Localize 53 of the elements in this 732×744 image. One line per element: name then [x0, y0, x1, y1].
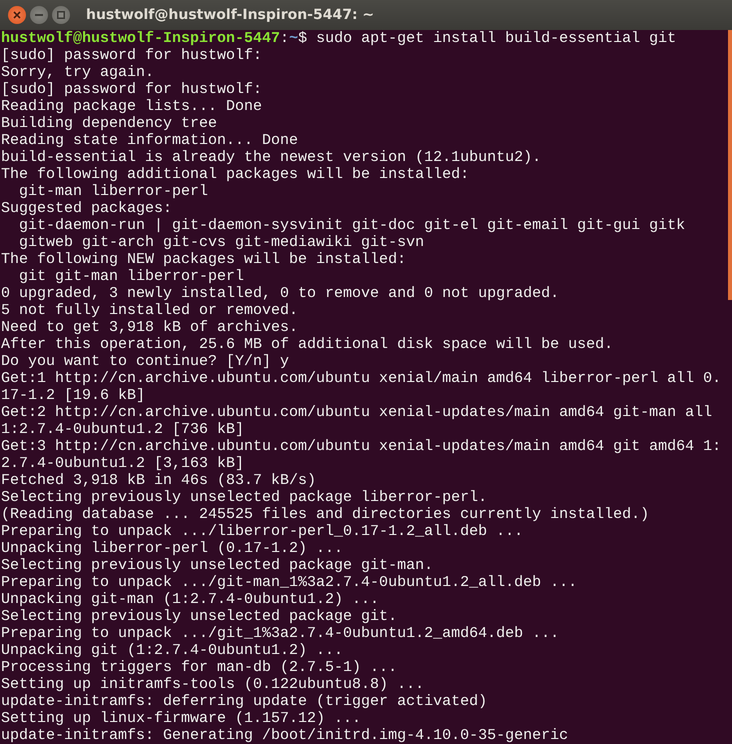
window-title: hustwolf@hustwolf-Inspiron-5447: ~	[86, 6, 374, 24]
output-line: Preparing to unpack .../git-man_1%3a2.7.4-0ubuntu1.2_all.deb ...	[1, 574, 578, 591]
output-line: Sorry, try again.	[1, 64, 156, 81]
output-line: The following NEW packages will be installed:	[1, 251, 408, 268]
output-line: Get:3 http://cn.archive.ubuntu.com/ubuntu xenial-updates/main amd64 git amd64 1:	[1, 438, 722, 455]
output-line: Unpacking git-man (1:2.7.4-0ubuntu1.2) ...	[1, 591, 380, 608]
output-line: Setting up initramfs-tools (0.122ubuntu8.8) ...	[1, 676, 426, 693]
output-line: 0 upgraded, 3 newly installed, 0 to remove and 0 not upgraded.	[1, 285, 560, 302]
output-line: 1:2.7.4-0ubuntu1.2 [736 kB]	[1, 421, 246, 438]
output-line: Preparing to unpack .../git_1%3a2.7.4-0ubuntu1.2_amd64.deb ...	[1, 625, 560, 642]
output-line: update-initramfs: deferring update (trigger activated)	[1, 693, 488, 710]
output-line: [sudo] password for hustwolf:	[1, 47, 264, 64]
output-line: Selecting previously unselected package git-man.	[1, 557, 434, 574]
output-line: Building dependency tree	[1, 115, 218, 132]
output-line: Selecting previously unselected package liberror-perl.	[1, 489, 488, 506]
prompt-path: ~	[289, 30, 298, 47]
output-line: The following additional packages will be installed:	[1, 166, 470, 183]
output-line: Reading package lists... Done	[1, 98, 264, 115]
output-line: Do you want to continue? [Y/n] y	[1, 353, 290, 370]
command-text: $ sudo apt-get install build-essential git	[298, 30, 676, 47]
output-line: [sudo] password for hustwolf:	[1, 81, 264, 98]
output-line: git git-man liberror-perl	[18, 268, 246, 285]
scrollbar-thumb[interactable]	[728, 30, 732, 300]
output-line: Reading state information... Done	[1, 132, 300, 149]
output-line: git-man liberror-perl	[18, 183, 210, 200]
output-line: (Reading database ... 245525 files and directories currently installed.)	[1, 506, 650, 523]
output-line: Processing triggers for man-db (2.7.5-1) ...	[1, 659, 398, 676]
output-line: Selecting previously unselected package git.	[1, 608, 398, 625]
output-line: Unpacking liberror-perl (0.17-1.2) ...	[1, 540, 344, 557]
prompt-separator: :	[280, 30, 290, 47]
output-line: After this operation, 25.6 MB of additional disk space will be used.	[1, 336, 614, 353]
output-line: 2.7.4-0ubuntu1.2 [3,163 kB]	[1, 455, 246, 472]
maximize-button[interactable]	[52, 6, 70, 24]
output-line: Suggested packages:	[1, 200, 174, 217]
output-line: Need to get 3,918 kB of archives.	[1, 319, 300, 336]
output-line: Unpacking git (1:2.7.4-0ubuntu1.2) ...	[1, 642, 344, 659]
output-line: Setting up linux-firmware (1.157.12) ...	[1, 710, 362, 727]
output-line: git-daemon-run | git-daemon-sysvinit git-doc git-el git-email git-gui gitk	[18, 217, 686, 234]
output-line: build-essential is already the newest version (12.1ubuntu2).	[1, 149, 542, 166]
maximize-icon	[57, 11, 65, 19]
output-line: gitweb git-arch git-cvs git-mediawiki git-svn	[18, 234, 426, 251]
minimize-icon	[35, 14, 43, 16]
prompt-user-host: hustwolf@hustwolf-Inspiron-5447	[1, 30, 280, 47]
output-line: 17-1.2 [19.6 kB]	[1, 387, 146, 404]
close-button[interactable]	[8, 6, 26, 24]
output-line: Get:2 http://cn.archive.ubuntu.com/ubuntu xenial-updates/main amd64 git-man all	[1, 404, 714, 421]
minimize-button[interactable]	[30, 6, 48, 24]
output-line: Fetched 3,918 kB in 46s (83.7 kB/s)	[1, 472, 318, 489]
output-line: Preparing to unpack .../liberror-perl_0.17-1.2_all.deb ...	[1, 523, 524, 540]
close-icon	[13, 11, 21, 19]
output-line: Get:1 http://cn.archive.ubuntu.com/ubuntu xenial/main amd64 liberror-perl all 0.	[1, 370, 722, 387]
output-line: 5 not fully installed or removed.	[1, 302, 300, 319]
output-line: update-initramfs: Generating /boot/initrd.img-4.10.0-35-generic	[1, 727, 570, 744]
